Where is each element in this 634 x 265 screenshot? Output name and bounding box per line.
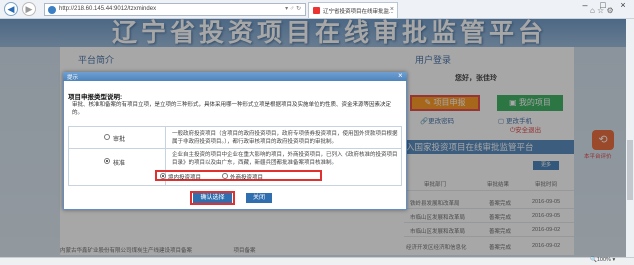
option-verification-label[interactable]: 核准	[113, 158, 125, 167]
back-button[interactable]: ◀	[4, 2, 18, 16]
option-row-divider	[68, 148, 402, 149]
browser-tools-icons[interactable]: ⌂ ☆ ⚙	[590, 6, 614, 15]
dialog-close-button[interactable]: 关闭	[246, 193, 272, 203]
confirm-button[interactable]: 确认选择	[193, 193, 232, 203]
scrollbar-thumb[interactable]	[627, 140, 633, 200]
foreign-label[interactable]: 外商投资项目	[230, 173, 263, 181]
forward-button[interactable]: ▶	[22, 2, 36, 16]
dialog-close-icon[interactable]: ×	[398, 71, 403, 80]
status-bar	[0, 257, 634, 265]
domestic-label[interactable]: 境内投资项目	[168, 173, 201, 181]
radio-verification[interactable]	[104, 158, 110, 164]
option-approval-text: 一般政府投资项目（含项目的政府投资项目，政府专项债券投资项目，使用国外贷款项目根…	[172, 131, 398, 145]
tab-close-icon[interactable]: ×	[390, 6, 394, 13]
radio-foreign[interactable]	[222, 173, 228, 179]
radio-domestic[interactable]	[160, 173, 166, 179]
option-verification-text: 企业自主投资的项目中企业在重大影响的项目，外商投资项目，已列入《政府核准的投资项…	[172, 152, 398, 166]
dialog-titlebar	[63, 72, 407, 81]
close-window-button[interactable]: ×	[614, 0, 632, 11]
radio-approval[interactable]	[104, 134, 110, 140]
dialog-description: 审批、核准和备案的有项目立项，是立项的三种形式，具体采用哪一种形式立项是根据项目…	[72, 102, 392, 116]
option-approval-label[interactable]: 审批	[113, 134, 125, 143]
dialog-heading: 项目申报类型说明:	[68, 94, 123, 101]
zoom-level[interactable]: 🔍100% ▾	[590, 257, 615, 263]
address-url: http://218.60.145.44:9012/tzxmindex	[59, 6, 157, 12]
ie-icon	[48, 6, 56, 14]
dialog-title: 提示	[67, 75, 79, 81]
scrollbar[interactable]	[626, 19, 634, 257]
address-controls[interactable]: ▾ ♂ ↻	[285, 5, 301, 12]
